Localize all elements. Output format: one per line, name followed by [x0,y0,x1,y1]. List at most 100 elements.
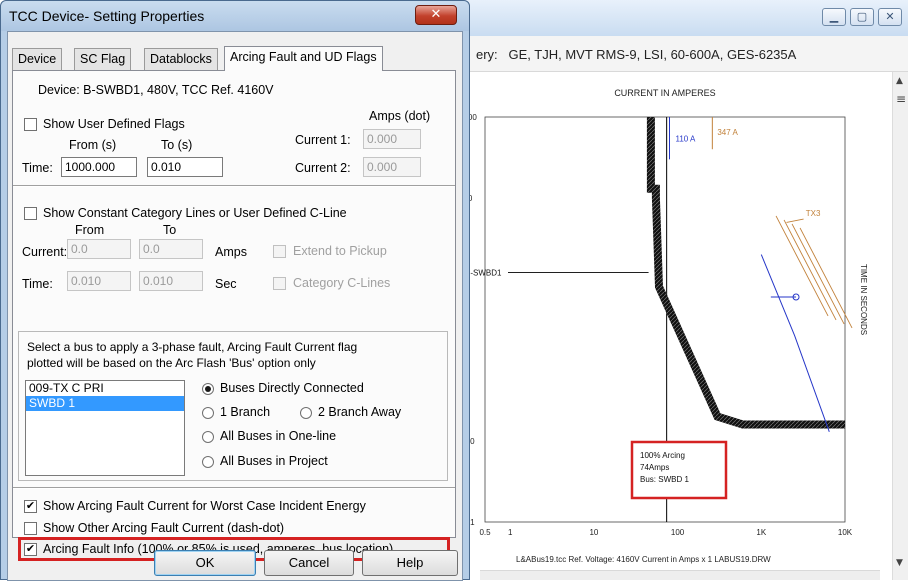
setting-properties-dialog: TCC Device- Setting Properties ✕ Device … [0,0,470,581]
device-library-text: ery: GE, TJH, MVT RMS-9, LSI, 60-600A, G… [476,47,797,62]
cline-sec-label: Sec [215,277,237,291]
bus-selection-group: Select a bus to apply a 3-phase fault, A… [18,331,448,481]
cline-current-label: Current: [22,245,68,259]
tx3-damage-line [791,223,845,325]
tab-strip: Device SC Flag Datablocks Arcing Fault a… [12,46,452,71]
tab-datablocks[interactable]: Datablocks [144,48,218,70]
bus-description-line1: Select a bus to apply a 3-phase fault, A… [27,340,358,354]
vertical-scrollbar[interactable]: ▲ ≡ ▼ [892,72,908,580]
bus-list-item[interactable]: 009-TX C PRI [26,381,184,396]
scroll-up-icon[interactable]: ▲ [896,76,903,86]
x-tick-label: 0.5 [479,528,491,537]
tx3-damage-line [783,219,837,321]
time-from-field[interactable]: 1000.000 [61,157,137,177]
show-user-flags-checkbox[interactable] [24,118,37,131]
x-tick-label: 1K [756,528,766,537]
maximize-icon[interactable]: ▢ [850,8,874,26]
current2-field[interactable]: 0.000 [363,157,421,177]
to-s-label: To (s) [161,138,193,152]
time-to-field[interactable]: 0.010 [147,157,223,177]
chart-footer: L&ABus19.tcc Ref. Voltage: 4160V Current… [516,555,771,564]
tx3-label: TX3 [806,209,821,218]
close-icon[interactable]: ✕ [415,5,457,25]
current1-field[interactable]: 0.000 [363,129,421,149]
tx3-leader [786,218,804,223]
time-label: Time: [22,161,53,175]
close-icon[interactable]: ✕ [878,8,902,26]
worst-case-arcing-checkbox[interactable]: ✔ [24,500,37,513]
other-arcing-label: Show Other Arcing Fault Current (dash-do… [43,521,285,535]
cline-to-label: To [163,223,177,237]
radio-all-project-label: All Buses in Project [220,454,328,468]
radio-1-branch-label: 1 Branch [220,405,271,419]
tcc-chart: CURRENT IN AMPERESTIME IN SECONDS1000100… [440,72,892,580]
device-label: B-SWBD1 [465,269,502,278]
tcc-plot-window: ▁ ▢ ✕ ery: GE, TJH, MVT RMS-9, LSI, 60-6… [440,0,908,580]
radio-all-oneline[interactable] [202,431,214,443]
horizontal-scrollbar[interactable] [480,570,880,580]
category-clines-checkbox[interactable] [273,277,286,290]
arcing-info-line: 100% Arcing [640,451,685,460]
ok-button[interactable]: OK [154,550,256,576]
x-tick-label: 1 [508,528,513,537]
tab-device[interactable]: Device [12,48,63,70]
help-button[interactable]: Help [362,550,458,576]
cancel-button[interactable]: Cancel [264,550,354,576]
dialog-body: Device SC Flag Datablocks Arcing Fault a… [7,31,463,581]
radio-directly-connected-label: Buses Directly Connected [220,381,364,395]
tab-panel: Device: B-SWBD1, 480V, TCC Ref. 4160V Sh… [12,70,456,561]
cline-time-from-field[interactable]: 0.010 [67,271,131,291]
scroll-thumb-icon[interactable]: ≡ [896,92,906,106]
arcing-info-line: 74Amps [640,463,669,472]
plot-window-titlebar: ▁ ▢ ✕ [440,0,908,36]
scroll-down-icon[interactable]: ▼ [896,558,903,568]
minimize-icon[interactable]: ▁ [822,8,846,26]
arcing-info-checkbox[interactable]: ✔ [24,543,37,556]
extend-pickup-checkbox[interactable] [273,245,286,258]
cline-current-from-field[interactable]: 0.0 [67,239,131,259]
arcing-info-line: Bus: SWBD 1 [640,475,689,484]
bus-list-item-selected[interactable]: SWBD 1 [26,396,184,411]
tab-arcing-fault[interactable]: Arcing Fault and UD Flags [224,46,383,71]
section-divider [13,185,455,187]
radio-1-branch[interactable] [202,407,214,419]
plot-header-bar: ery: GE, TJH, MVT RMS-9, LSI, 60-600A, G… [440,36,908,72]
radio-2-branch[interactable] [300,407,312,419]
orange-pickup-label: 347 A [717,128,738,137]
amps-dot-label: Amps (dot) [369,109,431,123]
chart-title: CURRENT IN AMPERES [614,88,715,98]
worst-case-arcing-label: Show Arcing Fault Current for Worst Case… [43,499,366,513]
section-divider [13,487,455,489]
cline-from-label: From [75,223,105,237]
tcc-chart-svg: CURRENT IN AMPERESTIME IN SECONDS1000100… [459,88,868,564]
radio-all-oneline-label: All Buses in One-line [220,429,337,443]
x-tick-label: 100 [671,528,685,537]
dialog-title: TCC Device- Setting Properties [9,8,205,24]
from-s-label: From (s) [69,138,117,152]
device-info: Device: B-SWBD1, 480V, TCC Ref. 4160V [38,83,274,97]
current2-label: Current 2: [295,161,351,175]
extend-pickup-label: Extend to Pickup [293,244,387,258]
cline-amps-label: Amps [215,245,247,259]
x-tick-label: 10 [589,528,598,537]
current1-label: Current 1: [295,133,351,147]
blue-pickup-label: 110 A [675,134,696,143]
radio-all-project[interactable] [202,456,214,468]
bus-list[interactable]: 009-TX C PRI SWBD 1 [25,380,185,476]
y-axis-label: TIME IN SECONDS [859,264,868,335]
radio-2-branch-label: 2 Branch Away [318,405,402,419]
show-user-flags-label: Show User Defined Flags [43,117,185,131]
other-arcing-checkbox[interactable] [24,522,37,535]
cline-time-label: Time: [22,277,53,291]
category-clines-label: Category C-Lines [293,276,391,290]
cline-current-to-field[interactable]: 0.0 [139,239,203,259]
dialog-titlebar[interactable]: TCC Device- Setting Properties ✕ [1,1,469,31]
radio-directly-connected[interactable] [202,383,214,395]
bus-description-line2: plotted will be based on the Arc Flash '… [27,356,316,370]
cline-time-to-field[interactable]: 0.010 [139,271,203,291]
show-cline-label: Show Constant Category Lines or User Def… [43,206,347,220]
show-cline-checkbox[interactable] [24,207,37,220]
tab-sc-flag[interactable]: SC Flag [74,48,132,70]
blue-device-curve [760,254,830,432]
x-tick-label: 10K [838,528,853,537]
